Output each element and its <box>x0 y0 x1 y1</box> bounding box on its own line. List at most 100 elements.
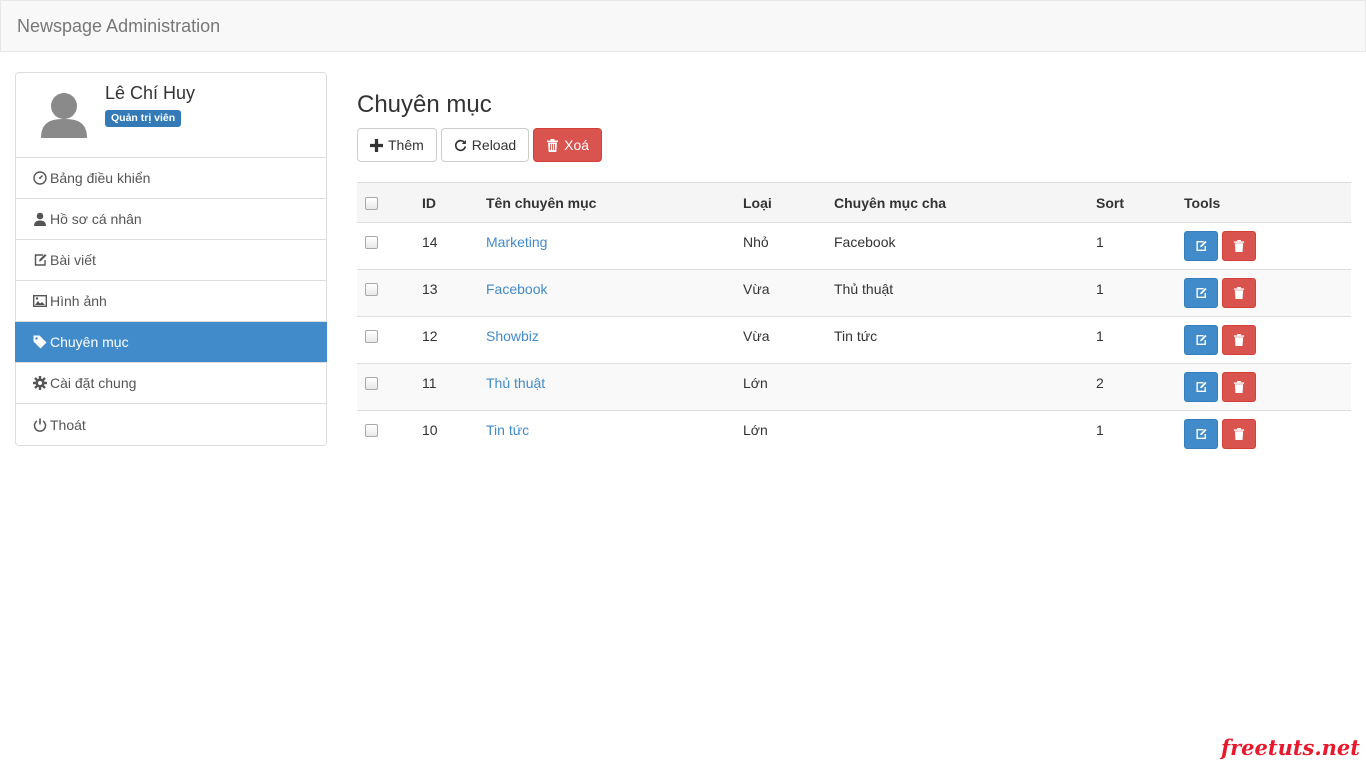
edit-row-button[interactable] <box>1184 278 1218 308</box>
row-select-cell <box>357 364 414 411</box>
user-icon <box>32 212 47 227</box>
app-brand[interactable]: Newspage Administration <box>17 16 220 37</box>
row-select-cell <box>357 223 414 270</box>
sidebar-item-6[interactable]: Thoát <box>16 404 326 445</box>
trash-icon <box>547 138 559 152</box>
trash-icon <box>1233 287 1245 299</box>
categories-table: ID Tên chuyên mục Loại Chuyên mục cha So… <box>357 182 1351 458</box>
row-checkbox[interactable] <box>365 283 378 296</box>
sidebar-item-label: Hình ảnh <box>50 293 107 309</box>
power-icon <box>32 417 47 432</box>
edit-row-button[interactable] <box>1184 419 1218 449</box>
table-row: 14 Marketing Nhỏ Facebook 1 <box>357 223 1351 270</box>
edit-row-button[interactable] <box>1184 372 1218 402</box>
header-name: Tên chuyên mục <box>478 182 735 223</box>
row-checkbox[interactable] <box>365 236 378 249</box>
trash-icon <box>1233 381 1245 393</box>
delete-row-button[interactable] <box>1222 419 1256 449</box>
delete-button[interactable]: Xoá <box>533 128 603 162</box>
add-button[interactable]: Thêm <box>357 128 437 162</box>
delete-row-button[interactable] <box>1222 231 1256 261</box>
watermark-logo: freetuts.net <box>1221 735 1360 760</box>
cell-sort: 1 <box>1096 328 1104 344</box>
cell-type: Vừa <box>743 328 770 344</box>
edit-icon <box>1196 428 1207 439</box>
category-name-link[interactable]: Tin tức <box>486 422 529 438</box>
sidebar-item-label: Chuyên mục <box>50 334 129 350</box>
category-name-link[interactable]: Marketing <box>486 234 547 250</box>
edit-icon <box>1196 287 1207 298</box>
cell-parent <box>826 364 1088 411</box>
sidebar-item-1[interactable]: Hồ sơ cá nhân <box>16 199 326 240</box>
header-tools: Tools <box>1176 182 1351 223</box>
cell-sort: 1 <box>1096 422 1104 438</box>
sidebar-nav: Bảng điều khiển Hồ sơ cá nhân Bài viết Hình… <box>15 158 327 445</box>
sidebar-item-5[interactable]: Cài đặt chung <box>16 363 326 404</box>
avatar-icon <box>41 93 87 138</box>
sidebar-item-0[interactable]: Bảng điều khiển <box>16 158 326 199</box>
cell-tools <box>1176 270 1351 317</box>
cell-parent <box>826 411 1088 458</box>
table-row: 10 Tin tức Lớn 1 <box>357 411 1351 458</box>
tag-icon <box>32 335 47 350</box>
edit-row-button[interactable] <box>1184 325 1218 355</box>
row-checkbox[interactable] <box>365 424 378 437</box>
edit-row-button[interactable] <box>1184 231 1218 261</box>
delete-row-button[interactable] <box>1222 372 1256 402</box>
cell-parent: Facebook <box>834 234 896 250</box>
edit-icon <box>1196 381 1207 392</box>
cell-name: Marketing <box>478 223 735 270</box>
delete-row-button[interactable] <box>1222 278 1256 308</box>
sidebar-item-label: Hồ sơ cá nhân <box>50 211 142 227</box>
cell-type: Lớn <box>743 375 768 391</box>
edit-icon <box>1196 240 1207 251</box>
category-name-link[interactable]: Showbiz <box>486 328 539 344</box>
image-icon <box>32 294 47 309</box>
row-select-cell <box>357 317 414 364</box>
header-type: Loại <box>735 182 826 223</box>
header-sort: Sort <box>1088 182 1176 223</box>
cell-parent: Thủ thuật <box>834 281 894 297</box>
table-body: 14 Marketing Nhỏ Facebook 1 13 Facebook Vừa Thủ … <box>357 223 1351 458</box>
reload-button-label: Reload <box>471 137 517 153</box>
header-id: ID <box>414 182 478 223</box>
header-select <box>357 182 414 223</box>
table-row: 11 Thủ thuật Lớn 2 <box>357 363 1351 411</box>
trash-icon <box>1233 240 1245 252</box>
sidebar-item-3[interactable]: Hình ảnh <box>16 281 326 322</box>
cell-type: Lớn <box>743 422 768 438</box>
cell-id: 12 <box>422 328 438 344</box>
cell-type: Nhỏ <box>743 234 769 250</box>
row-select-cell <box>357 411 414 458</box>
refresh-icon <box>454 139 466 151</box>
cell-id: 11 <box>422 375 437 391</box>
cell-name: Facebook <box>478 270 735 317</box>
row-checkbox[interactable] <box>365 377 378 390</box>
cell-sort: 1 <box>1096 234 1104 250</box>
sidebar-item-4[interactable]: Chuyên mục <box>15 322 327 363</box>
cell-sort: 2 <box>1096 375 1104 391</box>
cell-id: 13 <box>422 281 438 297</box>
select-all-checkbox[interactable] <box>365 197 378 211</box>
sidebar-item-2[interactable]: Bài viết <box>16 240 326 281</box>
row-checkbox[interactable] <box>365 330 378 343</box>
category-name-link[interactable]: Facebook <box>486 281 547 297</box>
delete-button-label: Xoá <box>564 137 590 153</box>
category-name-link[interactable]: Thủ thuật <box>486 375 545 391</box>
page-title: Chuyên mục <box>357 91 492 118</box>
main-content: Chuyên mục Thêm Reload Xoá ID Tên chuyên… <box>357 88 1351 458</box>
header-parent: Chuyên mục cha <box>826 182 1088 223</box>
add-button-label: Thêm <box>388 137 424 153</box>
reload-button[interactable]: Reload <box>440 128 530 162</box>
cell-type: Vừa <box>743 281 770 297</box>
table-row: 13 Facebook Vừa Thủ thuật 1 <box>357 269 1351 317</box>
top-navbar: Newspage Administration <box>0 0 1366 52</box>
cell-sort: 1 <box>1096 281 1104 297</box>
gear-icon <box>32 376 47 391</box>
user-name: Lê Chí Huy <box>105 83 196 103</box>
trash-icon <box>1233 334 1245 346</box>
cell-parent: Tin tức <box>834 328 878 344</box>
delete-row-button[interactable] <box>1222 325 1256 355</box>
cell-id: 10 <box>422 422 438 438</box>
sidebar-item-label: Thoát <box>50 416 86 433</box>
